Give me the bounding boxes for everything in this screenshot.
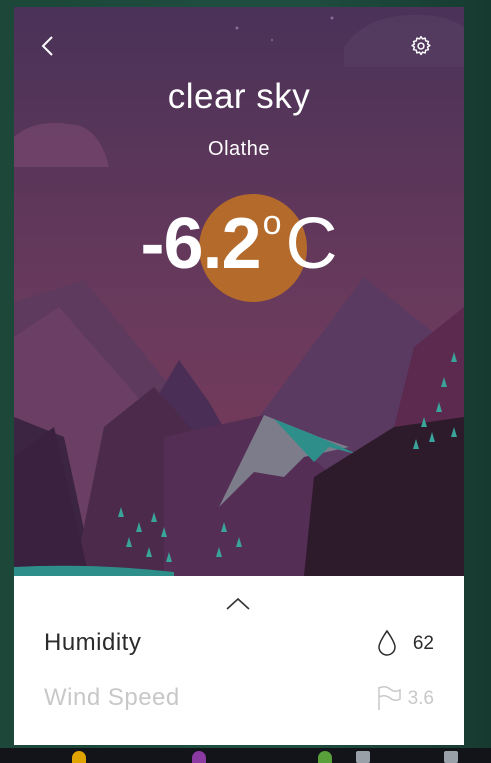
humidity-label: Humidity [44, 629, 142, 656]
flag-icon [378, 685, 401, 710]
taskbar-app-icon[interactable] [444, 751, 458, 763]
weather-app-window: clear sky Olathe -6.2oC Humidity 62 Wind… [14, 7, 464, 745]
wind-speed-value: 3.6 [407, 688, 434, 709]
weather-scene: clear sky Olathe -6.2oC [14, 7, 464, 576]
taskbar-app-icon[interactable] [356, 751, 370, 763]
temperature-value: -6.2 [140, 204, 262, 284]
humidity-value: 62 [412, 633, 434, 654]
taskbar [0, 748, 491, 763]
chevron-left-icon [41, 36, 53, 56]
temperature-display: -6.2oC [14, 203, 464, 285]
settings-button[interactable] [410, 35, 436, 61]
droplet-icon [378, 629, 396, 656]
back-button[interactable] [40, 35, 66, 61]
wind-speed-row: Wind Speed 3.6 [44, 680, 434, 716]
taskbar-app-icon[interactable] [318, 751, 332, 763]
temperature-unit: C [285, 204, 338, 284]
city-name: Olathe [208, 138, 270, 160]
weather-condition: clear sky [167, 77, 311, 116]
degree-symbol: o [262, 204, 282, 242]
expand-details-button[interactable] [223, 594, 253, 614]
taskbar-app-icon[interactable] [192, 751, 206, 763]
taskbar-app-icon[interactable] [72, 751, 86, 763]
wind-speed-label: Wind Speed [44, 684, 180, 711]
gear-icon [411, 35, 431, 56]
chevron-up-icon [226, 597, 250, 610]
humidity-row: Humidity 62 [44, 625, 434, 661]
